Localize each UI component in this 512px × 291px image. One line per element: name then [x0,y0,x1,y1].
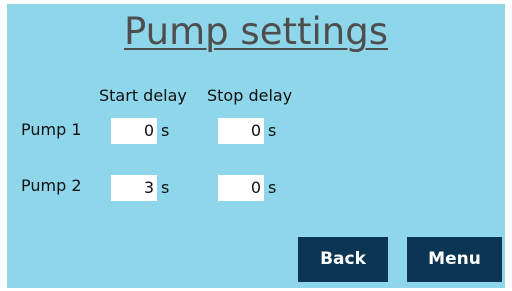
start-delay-header: Start delay [99,86,187,105]
pump-2-stop-delay-field[interactable]: 0 [218,175,264,201]
pump-2-label: Pump 2 [21,176,82,195]
menu-button[interactable]: Menu [407,237,502,282]
pump-1-stop-delay-unit: s [268,121,277,140]
pump-settings-screen: Pump settings Start delay Stop delay Pum… [7,4,505,288]
pump-2-start-delay-unit: s [161,178,170,197]
pump-1-start-delay-field[interactable]: 0 [111,118,157,144]
stop-delay-header: Stop delay [207,86,293,105]
pump-2-stop-delay-unit: s [268,178,277,197]
pump-1-stop-delay-field[interactable]: 0 [218,118,264,144]
back-button[interactable]: Back [298,237,388,282]
pump-1-label: Pump 1 [21,120,82,139]
page-title: Pump settings [124,10,388,53]
pump-1-start-delay-unit: s [161,121,170,140]
pump-2-start-delay-field[interactable]: 3 [111,175,157,201]
